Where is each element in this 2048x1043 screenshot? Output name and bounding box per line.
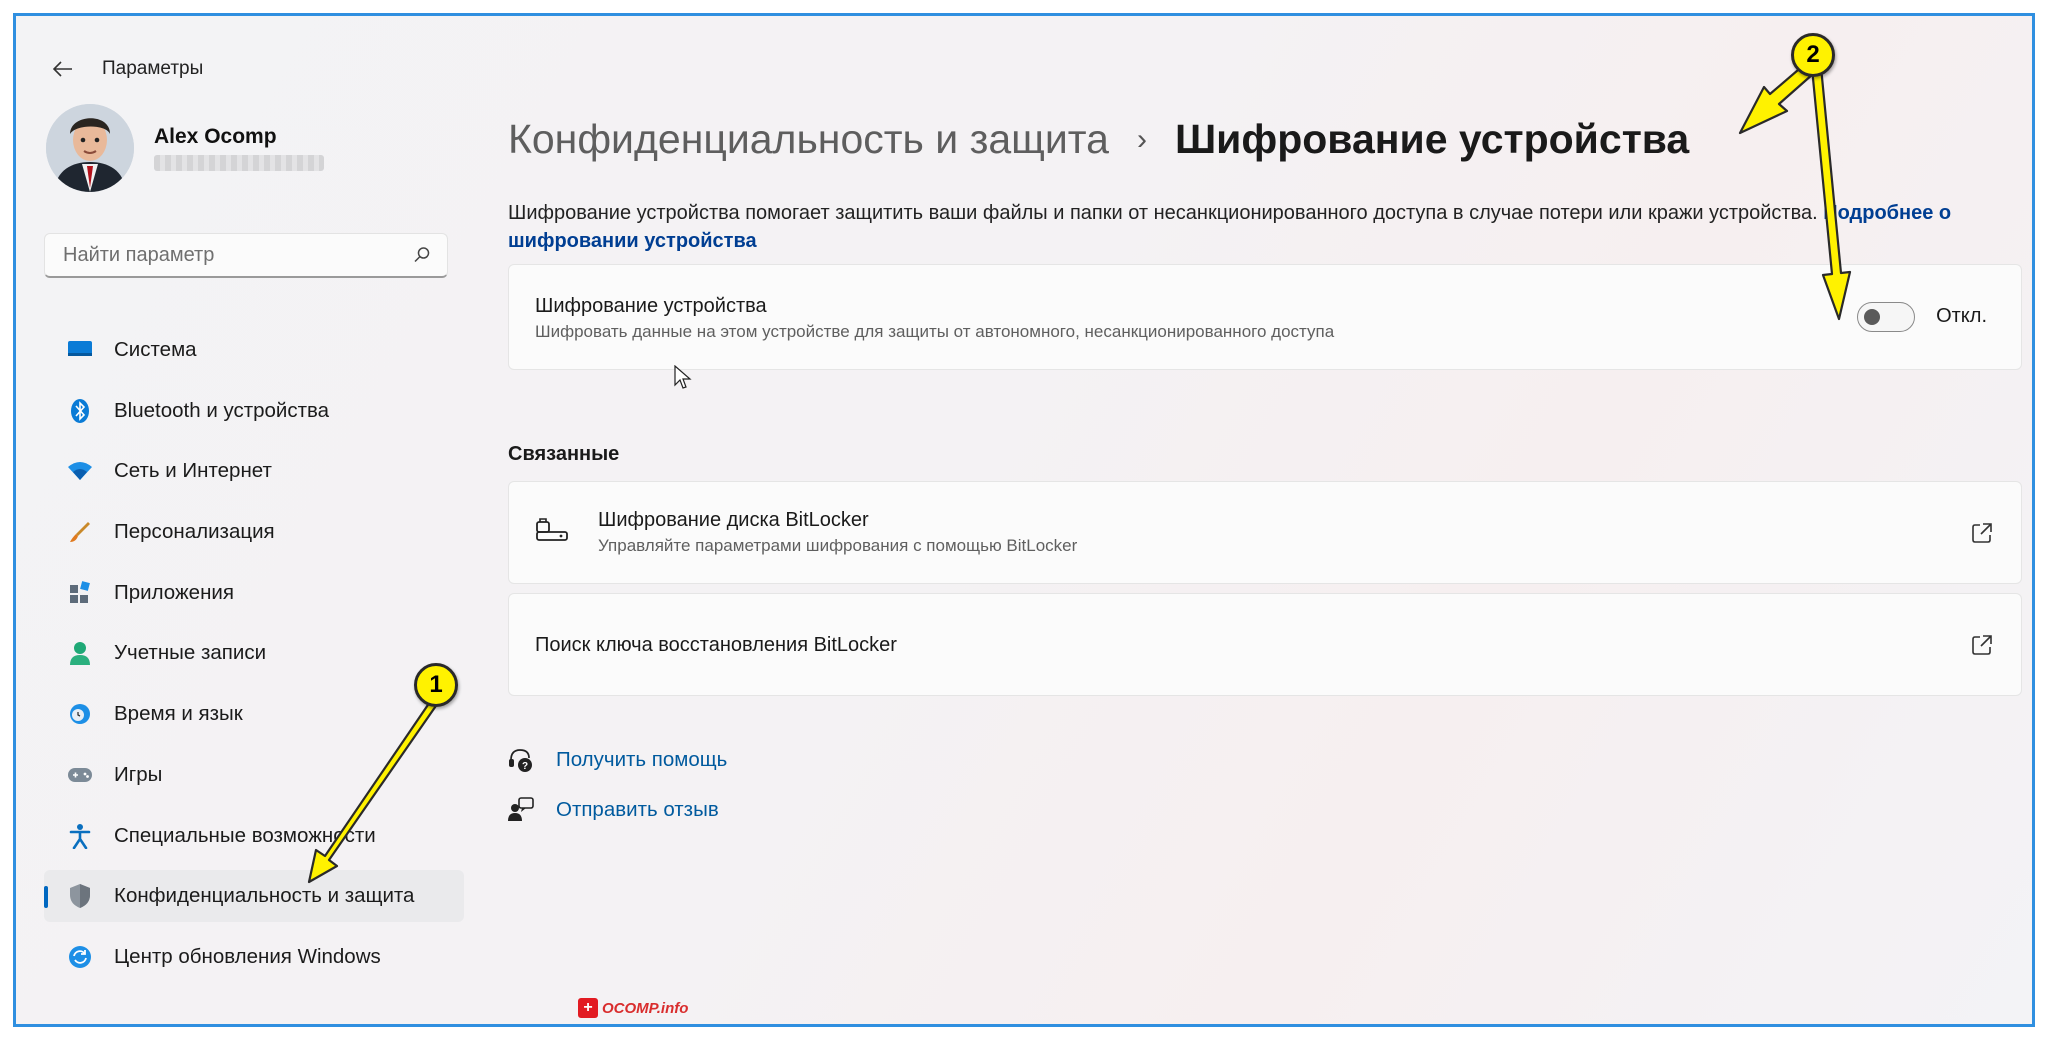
annotation-badge-1: 1: [414, 663, 458, 707]
watermark-logo: + OCOMP.info: [578, 998, 688, 1018]
annotation-badge-2: 2: [1791, 33, 1835, 77]
plus-icon: +: [578, 998, 598, 1018]
watermark-text: OCOMP.info: [602, 999, 689, 1017]
annotation-arrows: [307, 62, 1852, 884]
